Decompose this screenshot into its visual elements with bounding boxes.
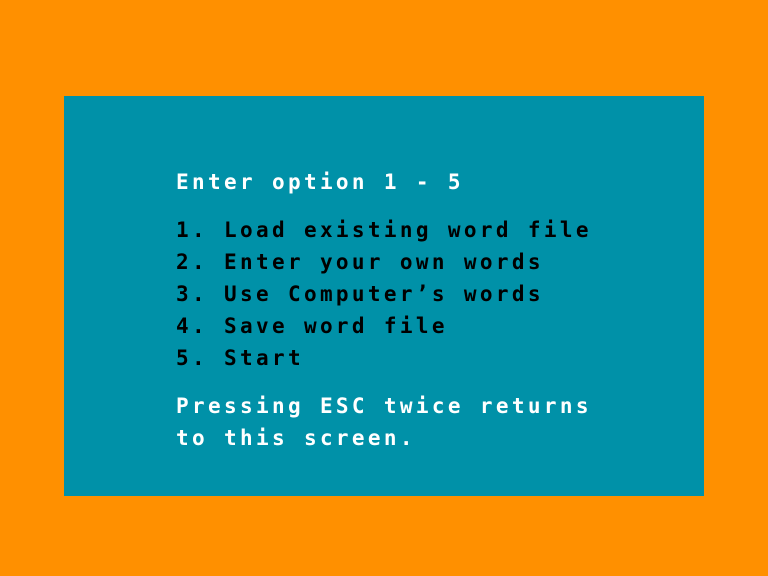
footer-hint-line-2: to this screen. — [176, 426, 416, 450]
menu-text-layer: Enter option 1 - 5 1. Load existing word… — [176, 96, 704, 496]
menu-option-4-save-word-file[interactable]: 4. Save word file — [176, 314, 448, 338]
menu-option-1-load-existing-word-file[interactable]: 1. Load existing word file — [176, 218, 592, 242]
footer-hint-line-1: Pressing ESC twice returns — [176, 394, 592, 418]
menu-panel: Enter option 1 - 5 1. Load existing word… — [64, 96, 704, 496]
menu-option-3-use-computers-words[interactable]: 3. Use Computer’s words — [176, 282, 544, 306]
menu-option-2-enter-your-own-words[interactable]: 2. Enter your own words — [176, 250, 544, 274]
menu-option-5-start[interactable]: 5. Start — [176, 346, 304, 370]
retro-menu-screen: Enter option 1 - 5 1. Load existing word… — [0, 0, 768, 576]
menu-heading: Enter option 1 - 5 — [176, 170, 464, 194]
